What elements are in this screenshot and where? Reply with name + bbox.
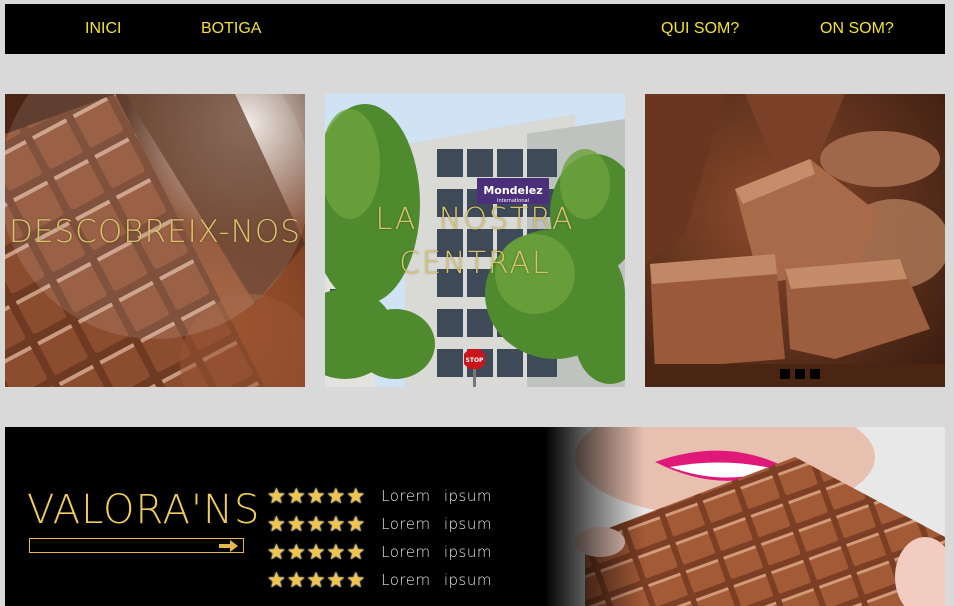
stop-sign: STOP [466,357,485,364]
panel-central[interactable]: Mondelez International STOP LA NOSTRA CE… [325,94,625,387]
nav-qui-som[interactable]: QUI SOM? [661,20,739,38]
star-icon[interactable]: ★ [307,569,326,591]
carousel-dot-1[interactable] [780,369,790,379]
caption-line-2: CENTRAL [399,246,551,281]
chocolate-chunks-image [645,94,945,387]
rating-label-2: Lorem ipsum [381,515,492,533]
carousel-dots [780,369,820,379]
star-icon[interactable]: ★ [326,513,345,535]
rating-section: VALORA'NS ★ ★ ★ ★ ★ Lorem ipsum ★ ★ ★ ★ ★ Lorem … [5,427,945,606]
rating-label-3: Lorem ipsum [381,543,492,561]
star-icon[interactable]: ★ [326,485,345,507]
star-icon[interactable]: ★ [287,513,306,535]
star-rating-2[interactable]: ★ ★ ★ ★ ★ [267,513,365,535]
caption-line-1: LA NOSTRA [375,202,575,237]
star-icon[interactable]: ★ [346,485,365,507]
star-icon[interactable]: ★ [307,541,326,563]
star-icon[interactable]: ★ [267,513,286,535]
nav-inici[interactable]: INICI [85,20,121,38]
star-icon[interactable]: ★ [346,513,365,535]
panel-discover[interactable]: DESCOBREIX-NOS [5,94,305,387]
star-rating-1[interactable]: ★ ★ ★ ★ ★ [267,485,365,507]
star-icon[interactable]: ★ [287,541,306,563]
woman-eating-chocolate-image [545,427,945,606]
star-icon[interactable]: ★ [287,485,306,507]
panel-carousel[interactable] [645,94,945,387]
rating-title: VALORA'NS [27,487,261,533]
arrow-right-icon [219,539,238,552]
rating-submit-bar[interactable] [29,538,244,553]
rating-row-2: ★ ★ ★ ★ ★ Lorem ipsum [267,513,492,535]
panel-caption-central: LA NOSTRA CENTRAL [325,198,625,286]
nav-botiga[interactable]: BOTIGA [201,20,261,38]
star-icon[interactable]: ★ [307,485,326,507]
carousel-dot-2[interactable] [795,369,805,379]
carousel-dot-3[interactable] [810,369,820,379]
rating-label-4: Lorem ipsum [381,571,492,589]
panel-caption-discover: DESCOBREIX-NOS [9,214,301,250]
star-icon[interactable]: ★ [326,541,345,563]
star-icon[interactable]: ★ [267,485,286,507]
star-icon[interactable]: ★ [267,541,286,563]
star-icon[interactable]: ★ [346,569,365,591]
company-sign: Mondelez [483,184,542,197]
nav-on-som[interactable]: ON SOM? [820,20,894,38]
rating-label-1: Lorem ipsum [381,487,492,505]
rating-row-3: ★ ★ ★ ★ ★ Lorem ipsum [267,541,492,563]
star-icon[interactable]: ★ [346,541,365,563]
star-icon[interactable]: ★ [326,569,345,591]
star-icon[interactable]: ★ [287,569,306,591]
top-nav: INICI BOTIGA QUI SOM? ON SOM? [5,4,945,54]
star-icon[interactable]: ★ [267,569,286,591]
rating-row-4: ★ ★ ★ ★ ★ Lorem ipsum [267,569,492,591]
star-rating-4[interactable]: ★ ★ ★ ★ ★ [267,569,365,591]
star-rating-3[interactable]: ★ ★ ★ ★ ★ [267,541,365,563]
rating-row-1: ★ ★ ★ ★ ★ Lorem ipsum [267,485,492,507]
star-icon[interactable]: ★ [307,513,326,535]
